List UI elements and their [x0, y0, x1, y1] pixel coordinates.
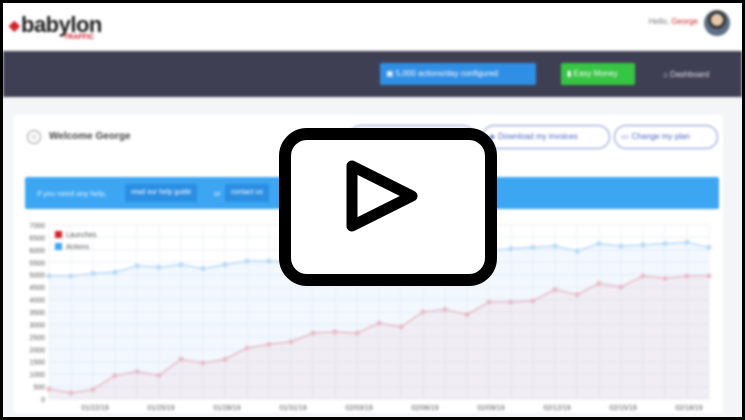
play-icon	[346, 160, 418, 232]
data-point	[662, 241, 668, 247]
legend-swatch	[55, 231, 62, 238]
home-icon: ⌂	[663, 70, 668, 79]
dashboard-link[interactable]: ⌂ Dashboard	[663, 70, 709, 79]
money-icon: ▮	[567, 69, 572, 78]
x-tick-label: 01/28/19	[213, 405, 240, 412]
data-point	[618, 243, 624, 249]
greeting-prefix: Hello,	[648, 17, 670, 26]
data-point	[244, 258, 250, 264]
legend-label: Launches	[66, 232, 97, 239]
y-tick-label: 0	[41, 397, 45, 404]
download-invoices-button[interactable]: ◈ Download my invoices	[482, 125, 610, 149]
data-point	[596, 241, 602, 247]
data-point	[574, 248, 580, 254]
data-point	[90, 270, 96, 277]
play-button[interactable]	[279, 128, 497, 286]
data-point	[134, 263, 140, 269]
help-text: If you need any help,	[37, 189, 107, 198]
y-tick-label: 6500	[29, 235, 45, 242]
y-tick-label: 5000	[29, 273, 45, 280]
data-point	[200, 265, 206, 272]
legend-label: Actions	[66, 244, 89, 251]
y-tick-label: 500	[33, 385, 45, 392]
x-tick-label: 02/12/19	[543, 405, 570, 412]
y-tick-label: 5500	[29, 260, 45, 267]
calendar-icon: ▣	[386, 69, 394, 78]
welcome-title: Welcome George	[49, 131, 131, 142]
data-point	[530, 244, 536, 250]
x-tick-label: 02/09/19	[477, 405, 504, 412]
x-tick-label: 02/06/19	[411, 405, 438, 412]
y-tick-label: 1500	[29, 360, 45, 367]
actions-configured-button[interactable]: ▣ 5,000 actions/day configured	[380, 63, 536, 85]
y-tick-label: 3500	[29, 310, 45, 317]
data-point	[684, 239, 690, 245]
greeting: Hello, George	[649, 17, 698, 26]
legend-swatch	[55, 243, 62, 250]
x-tick-label: 01/25/19	[147, 405, 174, 412]
top-bar: ◆ babylon TRAFFIC Hello, George	[3, 3, 742, 51]
y-tick-label: 2000	[29, 347, 45, 354]
x-tick-label: 01/22/19	[81, 405, 108, 412]
x-tick-label: 02/18/19	[675, 405, 702, 412]
data-point	[640, 242, 646, 248]
x-tick-label: 01/31/19	[279, 405, 306, 412]
change-plan-button[interactable]: ▭ Change my plan	[614, 125, 718, 149]
credit-card-icon: ▭	[621, 132, 629, 141]
help-or: or	[214, 189, 221, 198]
change-plan-label: Change my plan	[631, 132, 690, 141]
greeting-user-name: George	[671, 17, 698, 26]
avatar[interactable]	[704, 10, 730, 36]
logo-sub: TRAFFIC	[64, 34, 94, 41]
x-tick-label: 02/15/19	[609, 405, 636, 412]
y-tick-label: 2500	[29, 335, 45, 342]
easy-money-label: Easy Money	[573, 69, 618, 78]
logo-drop-icon: ◆	[9, 17, 20, 33]
y-tick-label: 4000	[29, 298, 45, 305]
y-tick-label: 4500	[29, 285, 45, 292]
data-point	[156, 264, 162, 270]
y-tick-label: 6000	[29, 248, 45, 255]
data-point	[508, 246, 514, 252]
data-point	[266, 258, 272, 264]
dashboard-label: Dashboard	[670, 70, 710, 79]
help-guide-button[interactable]: read our help guide	[125, 184, 198, 202]
data-point	[112, 269, 118, 275]
actions-configured-label: 5,000 actions/day configured	[395, 69, 499, 78]
data-point	[706, 244, 712, 250]
y-tick-label: 1000	[29, 372, 45, 379]
data-point	[46, 273, 52, 279]
data-point	[552, 243, 558, 249]
data-point	[178, 262, 184, 268]
user-circle-icon: ☺	[27, 130, 41, 144]
y-tick-label: 7000	[29, 223, 45, 230]
data-point	[222, 262, 228, 268]
video-thumbnail[interactable]: ◆ babylon TRAFFIC Hello, George ▣ 5,000 …	[3, 3, 742, 417]
easy-money-button[interactable]: ▮ Easy Money	[561, 63, 635, 85]
data-point	[68, 273, 74, 279]
x-tick-label: 02/03/19	[345, 405, 372, 412]
y-tick-label: 3000	[29, 322, 45, 329]
contact-us-button[interactable]: contact us	[225, 184, 269, 202]
download-invoices-label: Download my invoices	[498, 132, 578, 141]
nav-bar: ▣ 5,000 actions/day configured ▮ Easy Mo…	[3, 51, 742, 97]
